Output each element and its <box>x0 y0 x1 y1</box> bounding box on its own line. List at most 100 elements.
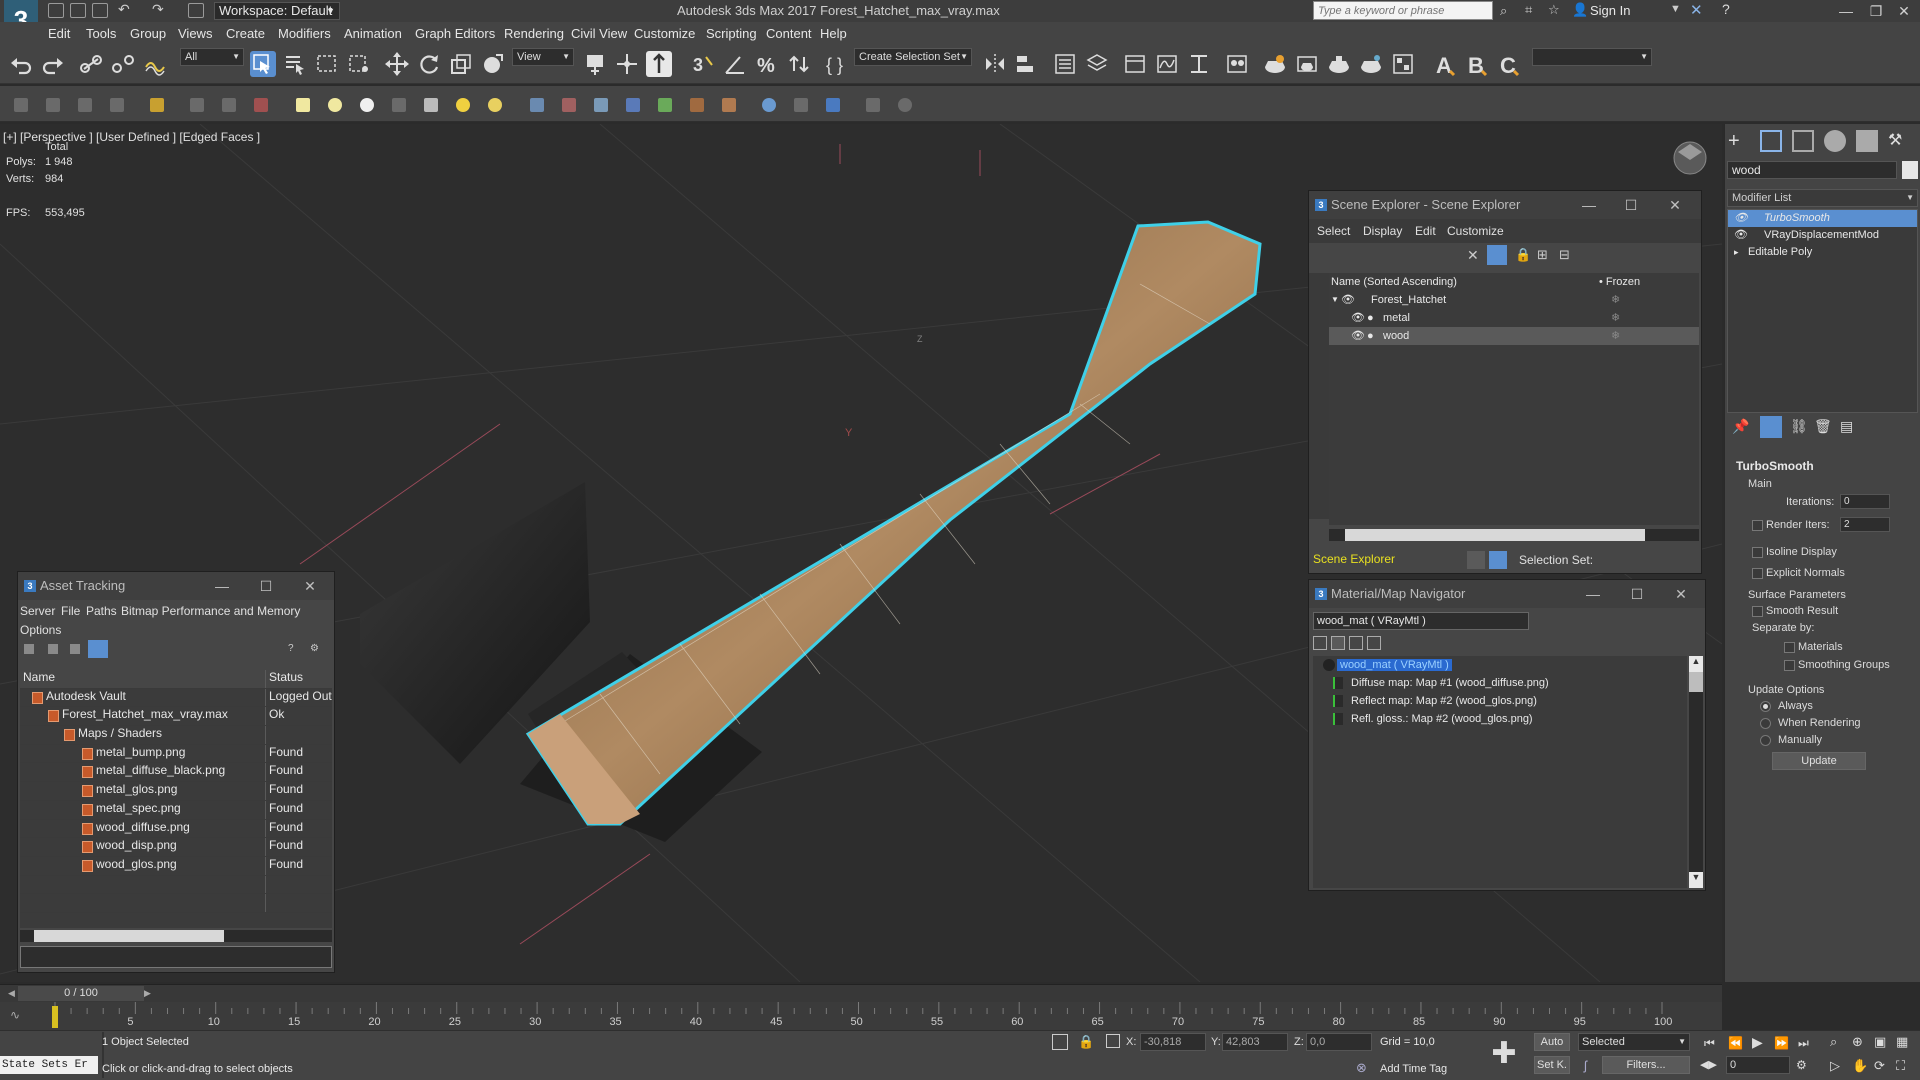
dropdown-arrow-icon[interactable]: ▼ <box>1670 3 1681 15</box>
x-coordinate-field[interactable]: -30,818 <box>1140 1033 1206 1051</box>
toolbar2-icon-23[interactable] <box>762 98 776 112</box>
exchange-icon[interactable]: ✕ <box>1690 1 1703 19</box>
hierarchy-icon[interactable]: ⊞ <box>1537 247 1548 263</box>
asset-row[interactable]: wood_glos.png Found <box>20 856 332 876</box>
modify-tab-icon[interactable] <box>1760 130 1782 152</box>
material-editor-icon[interactable] <box>1224 51 1250 77</box>
motion-tab-icon[interactable] <box>1824 130 1846 152</box>
rectangular-selection-icon[interactable] <box>314 51 340 77</box>
zoom-extents-all-icon[interactable]: ▦ <box>1896 1034 1908 1050</box>
snaps-toggle-icon[interactable]: 3 <box>690 51 716 77</box>
render-in-cloud-icon[interactable] <box>1358 51 1384 77</box>
place-icon[interactable] <box>480 51 506 77</box>
scene-hscrollbar[interactable] <box>1329 529 1699 541</box>
rotate-icon[interactable] <box>416 51 442 77</box>
menu-customize[interactable]: Customize <box>634 26 695 41</box>
toolbar2-icon-24[interactable] <box>794 98 808 112</box>
modifier-list-dropdown[interactable]: Modifier List ▼ <box>1727 189 1918 207</box>
menu-help[interactable]: Help <box>820 26 847 41</box>
reference-coordinate-dropdown[interactable]: View ▼ <box>512 48 574 66</box>
turbosmooth-rollout-title[interactable]: TurboSmooth <box>1736 459 1814 473</box>
close-icon[interactable]: ✕ <box>296 572 324 600</box>
set-key-button[interactable]: Set K. <box>1534 1056 1570 1074</box>
toolbar2-icon-12[interactable] <box>392 98 406 112</box>
hierarchy-tab-icon[interactable] <box>1792 130 1814 152</box>
zoom-extents-icon[interactable]: ▣ <box>1874 1034 1886 1050</box>
freeze-icon[interactable]: ❄ <box>1611 309 1620 327</box>
asset-row[interactable]: Forest_Hatchet_max_vray.max Ok <box>20 707 332 727</box>
menu-civil-view[interactable]: Civil View <box>571 26 627 41</box>
state-sets-field[interactable]: State Sets Er <box>0 1056 98 1074</box>
undo-icon[interactable] <box>8 51 34 77</box>
scene-stack-icon[interactable] <box>1467 551 1485 569</box>
isolate-selection-icon[interactable] <box>1052 1034 1068 1050</box>
asset-col-status[interactable]: Status <box>266 670 303 688</box>
asset-hscrollbar[interactable] <box>20 930 332 942</box>
play-icon[interactable]: ▶ <box>1752 1034 1763 1051</box>
maximize-viewport-icon[interactable]: ⛶ <box>1896 1058 1905 1074</box>
toolbar2-icon-5[interactable] <box>150 98 164 112</box>
extra-dropdown[interactable]: ▼ <box>1532 48 1652 66</box>
remove-modifier-icon[interactable]: 🗑 <box>1814 418 1832 435</box>
create-tab-icon[interactable]: + <box>1728 130 1750 152</box>
scene-tree-row-selected[interactable]: 👁 ● wood ❄ <box>1329 327 1699 345</box>
previous-frame-icon[interactable]: ⏪ <box>1728 1036 1743 1050</box>
update-button[interactable]: Update <box>1772 752 1866 770</box>
hatchet-wood-handle[interactable] <box>525 220 1262 826</box>
asset-menu-server[interactable]: Server <box>20 604 55 618</box>
auto-key-button[interactable]: Auto <box>1534 1033 1570 1051</box>
scene-tree-header[interactable]: Name (Sorted Ascending) • Frozen <box>1329 273 1699 291</box>
add-time-tag-label[interactable]: Add Time Tag <box>1380 1063 1447 1075</box>
asset-row[interactable]: metal_diffuse_black.png Found <box>20 763 332 783</box>
scene-menu-display[interactable]: Display <box>1363 224 1402 238</box>
toolbar2-icon-11[interactable] <box>360 98 374 112</box>
toolbar2-icon-7[interactable] <box>222 98 236 112</box>
filters-button[interactable]: Filters... <box>1602 1056 1690 1074</box>
modifier-turbosmooth[interactable]: 👁 TurboSmooth <box>1728 210 1917 227</box>
object-name-field[interactable]: wood <box>1727 161 1897 179</box>
eye-icon[interactable]: 👁 <box>1351 309 1365 327</box>
toolbar2-icon-16[interactable] <box>530 98 544 112</box>
asset-path-field[interactable] <box>20 946 332 968</box>
render-framebuffer-icon[interactable] <box>1390 51 1416 77</box>
current-frame-field[interactable]: 0 <box>1726 1056 1790 1074</box>
absolute-mode-icon[interactable] <box>1106 1034 1120 1048</box>
materials-checkbox[interactable] <box>1784 642 1795 653</box>
user-icon[interactable]: 👤 <box>1572 2 1588 18</box>
asset-row[interactable] <box>20 875 332 895</box>
toolbar2-icon-2[interactable] <box>46 98 60 112</box>
asset-row[interactable]: wood_diffuse.png Found <box>20 819 332 839</box>
layer-icon[interactable]: ⊟ <box>1559 247 1570 263</box>
communication-icon[interactable]: ⌗ <box>1525 2 1532 18</box>
eye-icon[interactable]: 👁 <box>1351 327 1365 345</box>
favorites-star-icon[interactable]: ☆ <box>1548 2 1560 18</box>
orbit-icon[interactable]: ⟳ <box>1874 1058 1885 1074</box>
mirror-icon[interactable] <box>982 51 1008 77</box>
set-key-icon[interactable]: ✚ <box>1486 1036 1522 1072</box>
menu-rendering[interactable]: Rendering <box>504 26 564 41</box>
when-rendering-radio[interactable] <box>1760 718 1771 729</box>
select-by-name-icon[interactable] <box>282 51 308 77</box>
save-file-icon[interactable] <box>92 3 108 18</box>
explicit-normals-checkbox[interactable] <box>1752 568 1763 579</box>
toolbar2-icon-15[interactable] <box>488 98 502 112</box>
asset-row[interactable]: Maps / Shaders <box>20 726 332 745</box>
keyboard-shortcut-override-icon[interactable] <box>646 51 672 77</box>
toggle-layer-explorer-icon[interactable] <box>1084 51 1110 77</box>
z-coordinate-field[interactable]: 0,0 <box>1306 1033 1372 1051</box>
toolbar2-icon-1[interactable] <box>14 98 28 112</box>
clear-filter-icon[interactable]: ✕ <box>1467 247 1479 264</box>
toolbar2-icon-21[interactable] <box>690 98 704 112</box>
schematic-view-icon[interactable] <box>1186 51 1212 77</box>
maximize-icon[interactable]: ☐ <box>1617 191 1645 219</box>
modifier-vraydisplacement[interactable]: 👁 VRayDisplacementMod <box>1728 227 1917 244</box>
bind-space-warp-icon[interactable] <box>142 51 168 77</box>
minimize-icon[interactable]: — <box>1575 191 1603 219</box>
manually-radio[interactable] <box>1760 735 1771 746</box>
filter-funnel-icon[interactable] <box>1487 245 1507 265</box>
key-mode-toggle-icon[interactable]: ◀▶ <box>1700 1058 1717 1071</box>
show-end-result-icon[interactable] <box>1760 416 1782 438</box>
render-iters-checkbox[interactable] <box>1752 520 1763 531</box>
go-to-start-icon[interactable]: ⏮ <box>1704 1036 1715 1051</box>
maximize-icon[interactable]: ☐ <box>1623 580 1651 608</box>
